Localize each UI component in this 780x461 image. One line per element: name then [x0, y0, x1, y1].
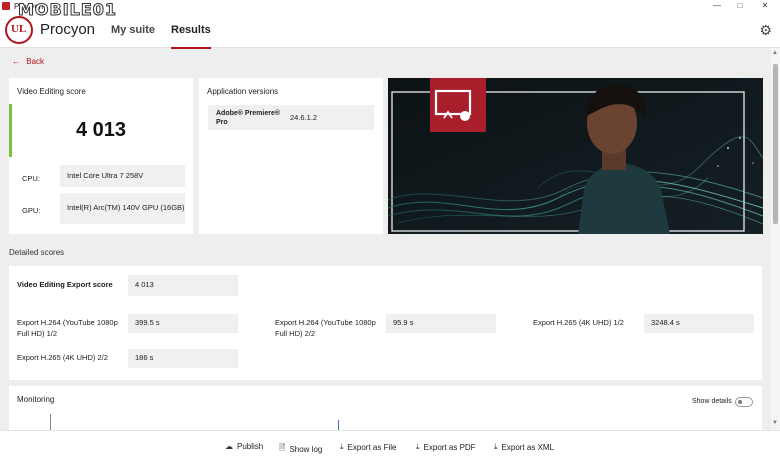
- minimize-icon[interactable]: —: [707, 0, 727, 12]
- scrollbar-thumb[interactable]: [773, 64, 778, 224]
- app-versions-title: Application versions: [207, 87, 279, 96]
- watermark: MOBILE01: [17, 0, 118, 20]
- video-editing-score: 4 013: [76, 119, 127, 141]
- ul-logo: [5, 16, 33, 44]
- hero-image: [388, 78, 763, 234]
- arrow-left-icon: ←: [12, 57, 20, 66]
- gpu-value: Intel(R) Arc(TM) 140V GPU (16GB): [60, 193, 185, 224]
- app-icon: [2, 2, 10, 10]
- document-icon: 🗎: [279, 443, 286, 452]
- detail-label-h265-1: Export H.265 (4K UHD) 1/2: [533, 318, 624, 327]
- export-score-value: 4 013: [128, 275, 238, 296]
- detail-label-h264-1: Export H.264 (YouTube 1080p Full HD) 1/2: [17, 318, 118, 338]
- cpu-value: Intel Core Ultra 7 258V: [60, 165, 185, 187]
- publish-button[interactable]: ☁ Publish: [225, 442, 263, 451]
- score-indicator-bar: [9, 104, 12, 157]
- download-icon: ⤓: [416, 442, 420, 451]
- export-score-label: Video Editing Export score: [17, 280, 113, 289]
- detail-value-h264-1: 399.5 s: [128, 314, 238, 333]
- gpu-label: GPU:: [22, 206, 41, 215]
- app-name: Procyon: [40, 21, 96, 38]
- vertical-scrollbar[interactable]: ▲ ▼: [771, 48, 780, 430]
- detail-value-h265-2: 186 s: [128, 349, 238, 368]
- detail-label-h264-2: Export H.264 (YouTube 1080p Full HD) 2/2: [275, 318, 376, 338]
- gear-icon[interactable]: ⚙: [759, 22, 772, 39]
- detail-label-h265-2: Export H.265 (4K UHD) 2/2: [17, 353, 108, 362]
- download-icon: ⤓: [340, 442, 344, 451]
- bottom-action-bar: ☁ Publish 🗎 Show log ⤓ Export as File ⤓ …: [0, 430, 780, 461]
- detailed-scores-title: Detailed scores: [9, 248, 65, 257]
- cloud-upload-icon: ☁: [225, 442, 233, 451]
- scroll-up-icon[interactable]: ▲: [772, 50, 778, 56]
- app-version-row: Adobe® Premiere® Pro 24.6.1.2: [208, 105, 374, 130]
- export-file-button[interactable]: ⤓ Export as File: [340, 442, 396, 452]
- show-log-button[interactable]: 🗎 Show log: [279, 442, 322, 456]
- app-name-label: Adobe® Premiere® Pro: [216, 110, 281, 127]
- monitoring-marker: [338, 420, 339, 430]
- monitoring-title: Monitoring: [17, 395, 55, 404]
- score-card-title: Video Editing score: [17, 87, 86, 96]
- monitoring-card: [9, 386, 762, 430]
- download-icon: ⤓: [494, 442, 498, 451]
- app-version-value: 24.6.1.2: [290, 113, 318, 122]
- back-link[interactable]: ← Back: [12, 57, 44, 66]
- scroll-down-icon[interactable]: ▼: [772, 420, 778, 426]
- app-versions-card: [199, 78, 383, 234]
- export-xml-button[interactable]: ⤓ Export as XML: [494, 442, 554, 452]
- maximize-icon[interactable]: □: [730, 0, 750, 12]
- detail-value-h264-2: 95.9 s: [386, 314, 496, 333]
- show-details-toggle[interactable]: [735, 397, 753, 407]
- export-pdf-button[interactable]: ⤓ Export as PDF: [416, 442, 476, 452]
- cpu-label: CPU:: [22, 174, 40, 183]
- tab-results[interactable]: Results: [171, 24, 211, 49]
- detail-value-h265-1: 3248.4 s: [644, 314, 754, 333]
- hero-illustration: [388, 78, 763, 234]
- close-icon[interactable]: ✕: [755, 0, 775, 12]
- tab-my-suite[interactable]: My suite: [111, 24, 155, 36]
- monitoring-axis: [50, 414, 51, 430]
- show-details-label: Show details: [692, 398, 732, 405]
